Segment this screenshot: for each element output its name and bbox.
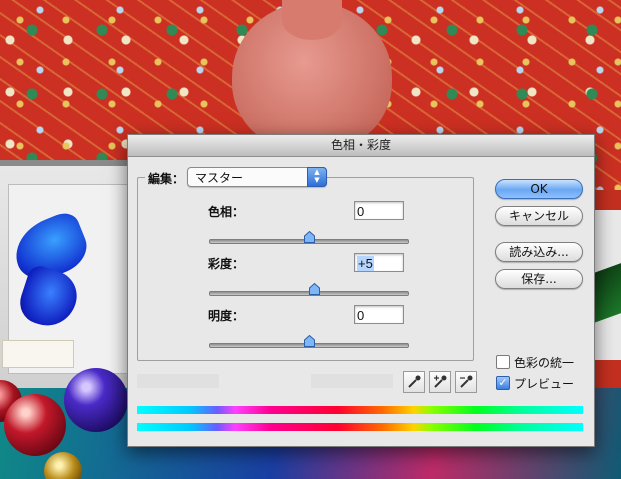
saturation-field[interactable]: +5 (354, 253, 404, 272)
saturation-slider-thumb[interactable] (308, 283, 320, 295)
eyedropper-plus-icon (430, 372, 450, 392)
edit-label: 編集： (145, 170, 188, 187)
eyedropper-button[interactable] (403, 371, 425, 393)
cancel-button[interactable]: キャンセル (495, 206, 583, 226)
lightness-field[interactable]: 0 (354, 305, 404, 324)
range-readout-right (311, 374, 393, 388)
output-color-spectrum (137, 423, 583, 431)
edit-select-value: マスター (195, 171, 244, 185)
eyedropper-minus-icon (456, 372, 476, 392)
colorize-checkbox[interactable] (496, 355, 510, 369)
updown-arrows-icon: ▲ ▼ (307, 167, 327, 187)
preview-label[interactable]: プレビュー (514, 375, 574, 392)
save-button[interactable]: 保存... (495, 269, 583, 289)
saturation-value: +5 (357, 256, 374, 271)
eyedropper-icon (404, 372, 424, 392)
purple-ornament (64, 368, 128, 432)
hue-slider-thumb[interactable] (303, 231, 315, 243)
green-butterfly-wing (594, 263, 621, 323)
red-ornament (4, 394, 66, 456)
eyedropper-plus-button[interactable] (429, 371, 451, 393)
colorize-label[interactable]: 色彩の統一 (514, 354, 574, 371)
dialog-title[interactable]: 色相・彩度 (128, 135, 594, 157)
specimen-label-card (2, 340, 74, 368)
range-readout-left (137, 374, 219, 388)
load-button[interactable]: 読み込み... (495, 242, 583, 262)
hue-label: 色相： (208, 205, 245, 219)
hue-saturation-dialog: 色相・彩度 編集： マスター ▲ ▼ 色相： 0 彩度： +5 明度： 0 OK … (127, 134, 595, 447)
lightness-slider-thumb[interactable] (303, 335, 315, 347)
ok-button[interactable]: OK (495, 179, 583, 199)
input-color-spectrum (137, 406, 583, 414)
saturation-label: 彩度： (208, 257, 245, 271)
adjustment-group (137, 177, 474, 361)
lightness-label: 明度： (208, 309, 245, 323)
pink-bun-tip (282, 0, 342, 40)
preview-checkbox[interactable]: ✓ (496, 376, 510, 390)
hue-field[interactable]: 0 (354, 201, 404, 220)
eyedropper-minus-button[interactable] (455, 371, 477, 393)
edit-select[interactable]: マスター ▲ ▼ (187, 167, 327, 187)
